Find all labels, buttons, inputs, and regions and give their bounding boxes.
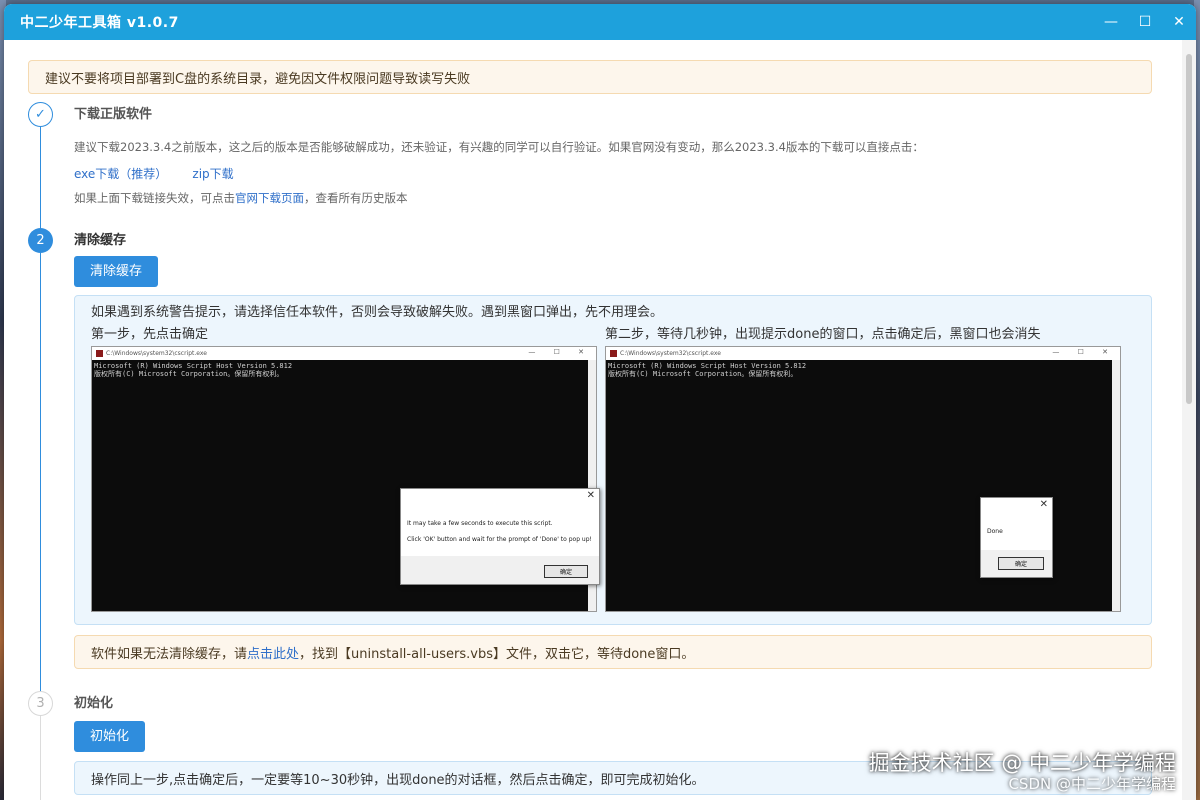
- title-bar[interactable]: 中二少年工具箱 v1.0.7 — ☐ ✕: [4, 4, 1196, 40]
- step-title-clear-cache: 清除缓存: [74, 233, 127, 248]
- dialog-ok-button: 确定: [998, 557, 1044, 570]
- watermark-line-2: CSDN @中二少年学编程: [1008, 775, 1176, 793]
- clear-cache-fallback-tip: 软件如果无法清除缓存，请 点击此处 ，找到【uninstall-all-users.…: [74, 635, 1152, 669]
- step-connector: [40, 127, 41, 230]
- watermark: 掘金技术社区 @ 中二少年学编程 CSDN @中二少年学编程: [869, 747, 1176, 794]
- initialize-button[interactable]: 初始化: [74, 721, 146, 752]
- script-dialog: ✕ It may take a few seconds to execute t…: [400, 488, 600, 585]
- step-title-download: 下载正版软件: [74, 107, 153, 122]
- console-scrollbar: [1112, 360, 1120, 611]
- maximize-button[interactable]: ☐: [1128, 4, 1162, 40]
- check-icon: ✓: [28, 102, 53, 127]
- step-download: ✓ 下载正版软件 建议下载2023.3.4之前版本，这之后的版本是否能够破解成功…: [28, 102, 1152, 230]
- download-description: 建议下载2023.3.4之前版本，这之后的版本是否能够破解成功，还未验证，有兴趣…: [74, 140, 924, 154]
- zip-download-link[interactable]: zip下载: [192, 167, 233, 181]
- exe-download-link[interactable]: exe下载（推荐）: [74, 167, 167, 181]
- dialog-ok-button: 确定: [544, 565, 588, 578]
- initialize-instructions: 操作同上一步,点击确定后，一定要等10~30秒钟，出现done的对话框，然后点击…: [91, 772, 705, 788]
- caption-step-two: 第二步，等待几秒钟，出现提示done的窗口，点击确定后，黑窗口也会消失: [605, 327, 1041, 342]
- console-screenshot-step-two: C:\Windows\system32\cscript.exe — ☐ ✕ Mic…: [605, 346, 1121, 612]
- step-connector: [40, 253, 41, 693]
- clear-cache-instructions: 如果遇到系统警告提示，请选择信任本软件，否则会导致破解失败。遇到黑窗口弹出，先不…: [91, 305, 664, 320]
- main-content: 建议不要将项目部署到C盘的系统目录，避免因文件权限问题导致读写失败 ✓ 下载正版…: [4, 40, 1182, 800]
- window-title: 中二少年工具箱 v1.0.7: [20, 15, 179, 31]
- dialog-message: Click 'OK' button and wait for the promp…: [407, 536, 592, 543]
- tip-text-after: ，找到【uninstall-all-users.vbs】文件，双击它，等待don…: [299, 646, 695, 662]
- fallback-text-before: 如果上面下载链接失效，可点击: [74, 191, 235, 205]
- step-number-2: 2: [28, 228, 53, 253]
- clear-cache-button[interactable]: 清除缓存: [74, 256, 159, 287]
- step-title-initialize: 初始化: [74, 696, 114, 711]
- step-clear-cache: 2 清除缓存 清除缓存 如果遇到系统警告提示，请选择信任本软件，否则会导致破解失…: [28, 228, 1152, 693]
- done-message: Done: [987, 528, 1003, 535]
- dialog-close-icon: ✕: [586, 490, 595, 501]
- dialog-close-icon: ✕: [1039, 499, 1048, 510]
- close-button[interactable]: ✕: [1162, 4, 1196, 40]
- console-line: Microsoft (R) Windows Script Host Versio…: [94, 362, 293, 370]
- fallback-text: 如果上面下载链接失效，可点击官网下载页面，查看所有历史版本: [74, 189, 1152, 207]
- dialog-message: It may take a few seconds to execute thi…: [407, 520, 553, 527]
- steps: ✓ 下载正版软件 建议下载2023.3.4之前版本，这之后的版本是否能够破解成功…: [28, 102, 1152, 800]
- window-controls: — ☐ ✕: [1094, 4, 1196, 40]
- clear-cache-info: 如果遇到系统警告提示，请选择信任本软件，否则会导致破解失败。遇到黑窗口弹出，先不…: [74, 295, 1152, 625]
- step-number-3: 3: [28, 691, 53, 716]
- deploy-warning-alert: 建议不要将项目部署到C盘的系统目录，避免因文件权限问题导致读写失败: [28, 60, 1152, 94]
- cmd-icon: [96, 350, 103, 357]
- cmd-icon: [610, 350, 617, 357]
- console-line: 版权所有(C) Microsoft Corporation。保留所有权利。: [608, 370, 798, 378]
- caption-step-one: 第一步，先点击确定: [91, 327, 209, 342]
- official-download-page-link[interactable]: 官网下载页面: [235, 191, 304, 205]
- app-window: 中二少年工具箱 v1.0.7 — ☐ ✕ 建议不要将项目部署到C盘的系统目录，避…: [4, 4, 1196, 800]
- console-screenshot-step-one: C:\Windows\system32\cscript.exe — ☐ ✕ Mic…: [91, 346, 600, 612]
- done-dialog: ✕ Done 确定: [980, 497, 1053, 578]
- tip-text-before: 软件如果无法清除缓存，请: [91, 646, 248, 662]
- vertical-scrollbar[interactable]: [1182, 40, 1196, 800]
- console-line: Microsoft (R) Windows Script Host Versio…: [608, 362, 807, 370]
- console-line: 版权所有(C) Microsoft Corporation。保留所有权利。: [94, 370, 284, 378]
- click-here-link[interactable]: 点击此处: [247, 643, 299, 662]
- scrollbar-thumb[interactable]: [1186, 54, 1192, 404]
- step-connector: [40, 716, 41, 800]
- minimize-button[interactable]: —: [1094, 4, 1128, 40]
- console-path: C:\Windows\system32\cscript.exe: [106, 350, 207, 357]
- console-path: C:\Windows\system32\cscript.exe: [620, 350, 721, 357]
- fallback-text-after: ，查看所有历史版本: [304, 191, 408, 205]
